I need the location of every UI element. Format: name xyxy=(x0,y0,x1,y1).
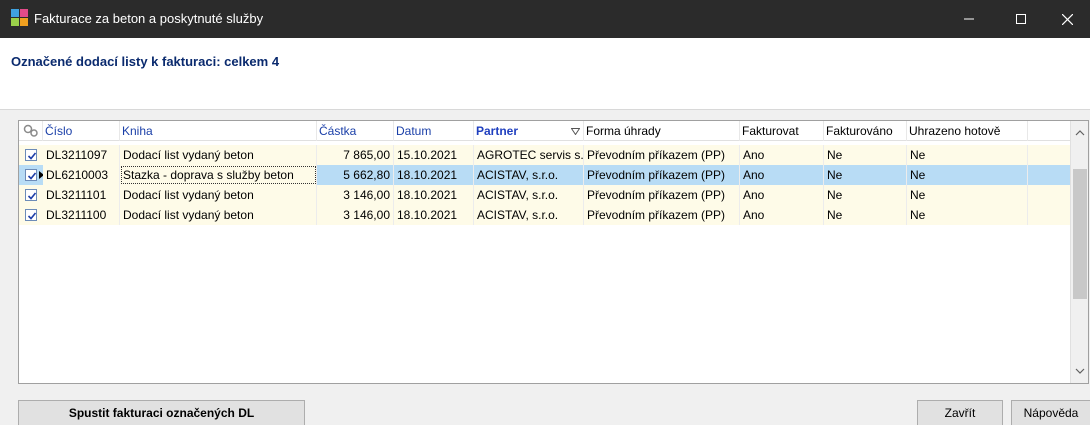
cell-forma: Převodním příkazem (PP) xyxy=(584,185,740,205)
row-checkbox[interactable] xyxy=(25,169,37,181)
cell-forma: Převodním příkazem (PP) xyxy=(584,165,740,185)
row-checkbox[interactable] xyxy=(25,149,37,161)
cell-uhrazeno: Ne xyxy=(907,145,1028,165)
minimize-icon xyxy=(964,18,974,20)
row-checkbox[interactable] xyxy=(25,189,37,201)
cell-datum: 18.10.2021 xyxy=(394,205,474,225)
window-title: Fakturace za beton a poskytnuté služby xyxy=(34,11,264,26)
cell-datum: 18.10.2021 xyxy=(394,165,474,185)
table-row[interactable]: DL3211097 Dodací list vydaný beton 7 865… xyxy=(19,145,1070,165)
cell-cislo: DL3211097 xyxy=(43,145,120,165)
cell-fakturovano: Ne xyxy=(824,185,907,205)
cell-castka: 5 662,80 xyxy=(317,165,394,185)
delivery-notes-grid[interactable]: Číslo Kniha Částka Datum Partner Forma ú… xyxy=(18,120,1089,384)
cell-castka: 3 146,00 xyxy=(317,205,394,225)
selected-count-label: Označené dodací listy k fakturaci: celke… xyxy=(11,54,280,69)
table-row[interactable]: DL3211101 Dodací list vydaný beton 3 146… xyxy=(19,185,1070,205)
checkmark-icon xyxy=(27,212,37,220)
cell-fakturovano: Ne xyxy=(824,145,907,165)
table-row-selected[interactable]: DL6210003 Stazka - doprava s služby beto… xyxy=(19,165,1070,185)
column-header-fakturovat[interactable]: Fakturovat xyxy=(740,121,824,141)
cell-fakturovat: Ano xyxy=(740,185,824,205)
cell-cislo: DL3211101 xyxy=(43,185,120,205)
checkmark-icon xyxy=(27,172,37,180)
close-window-button[interactable] xyxy=(1044,0,1090,38)
scroll-down-icon[interactable] xyxy=(1074,365,1086,377)
column-header-datum[interactable]: Datum xyxy=(394,121,474,141)
app-icon xyxy=(11,9,29,27)
column-header-castka[interactable]: Částka xyxy=(317,121,394,141)
cell-datum: 18.10.2021 xyxy=(394,185,474,205)
cell-partner: AGROTEC servis s.r.o. xyxy=(474,145,584,165)
column-header-partner-label: Partner xyxy=(476,124,519,138)
column-header-fakturovano[interactable]: Fakturováno xyxy=(824,121,907,141)
help-button[interactable]: Nápověda xyxy=(1011,400,1090,425)
column-header-uhrazeno[interactable]: Uhrazeno hotově xyxy=(907,121,1028,141)
cell-fakturovat: Ano xyxy=(740,205,824,225)
cell-cislo: DL6210003 xyxy=(43,165,120,185)
cell-fakturovano: Ne xyxy=(824,165,907,185)
maximize-button[interactable] xyxy=(998,0,1044,38)
cell-kniha: Dodací list vydaný beton xyxy=(120,205,317,225)
checkmark-icon xyxy=(27,152,37,160)
run-invoicing-button[interactable]: Spustit fakturaci označených DL xyxy=(18,400,305,425)
dialog-body: Označené dodací listy k fakturaci: celke… xyxy=(0,38,1090,425)
minimize-button[interactable] xyxy=(946,0,992,38)
header-panel: Označené dodací listy k fakturaci: celke… xyxy=(0,38,1090,110)
cell-uhrazeno: Ne xyxy=(907,185,1028,205)
table-row[interactable]: DL3211100 Dodací list vydaný beton 3 146… xyxy=(19,205,1070,225)
column-header-forma[interactable]: Forma úhrady xyxy=(584,121,740,141)
maximize-icon xyxy=(1016,14,1026,24)
cell-uhrazeno: Ne xyxy=(907,205,1028,225)
cell-kniha: Stazka - doprava s služby beton xyxy=(120,165,317,185)
cell-partner: ACISTAV, s.r.o. xyxy=(474,165,584,185)
scrollbar-thumb[interactable] xyxy=(1073,169,1087,299)
cell-fakturovat: Ano xyxy=(740,145,824,165)
title-bar: Fakturace za beton a poskytnuté služby xyxy=(0,0,1090,38)
scroll-up-icon[interactable] xyxy=(1074,127,1086,139)
checkmark-icon xyxy=(27,192,37,200)
filter-icon[interactable] xyxy=(571,128,580,135)
vertical-scrollbar[interactable] xyxy=(1070,121,1088,383)
cell-datum: 15.10.2021 xyxy=(394,145,474,165)
row-checkbox[interactable] xyxy=(25,209,37,221)
column-header-partner[interactable]: Partner xyxy=(474,121,584,141)
close-button[interactable]: Zavřít xyxy=(917,400,1003,425)
cell-castka: 3 146,00 xyxy=(317,185,394,205)
grid-header: Číslo Kniha Částka Datum Partner Forma ú… xyxy=(19,121,1070,141)
column-settings-header[interactable] xyxy=(19,121,43,141)
cell-partner: ACISTAV, s.r.o. xyxy=(474,205,584,225)
cell-fakturovat: Ano xyxy=(740,165,824,185)
cell-uhrazeno: Ne xyxy=(907,165,1028,185)
close-icon xyxy=(1061,13,1073,25)
cell-fakturovano: Ne xyxy=(824,205,907,225)
cell-forma: Převodním příkazem (PP) xyxy=(584,205,740,225)
cell-kniha: Dodací list vydaný beton xyxy=(120,185,317,205)
cell-forma: Převodním příkazem (PP) xyxy=(584,145,740,165)
cell-castka: 7 865,00 xyxy=(317,145,394,165)
cell-partner: ACISTAV, s.r.o. xyxy=(474,185,584,205)
column-header-cislo[interactable]: Číslo xyxy=(43,121,120,141)
cell-cislo: DL3211100 xyxy=(43,205,120,225)
gears-icon xyxy=(23,124,38,137)
column-header-kniha[interactable]: Kniha xyxy=(120,121,317,141)
cell-kniha: Dodací list vydaný beton xyxy=(120,145,317,165)
